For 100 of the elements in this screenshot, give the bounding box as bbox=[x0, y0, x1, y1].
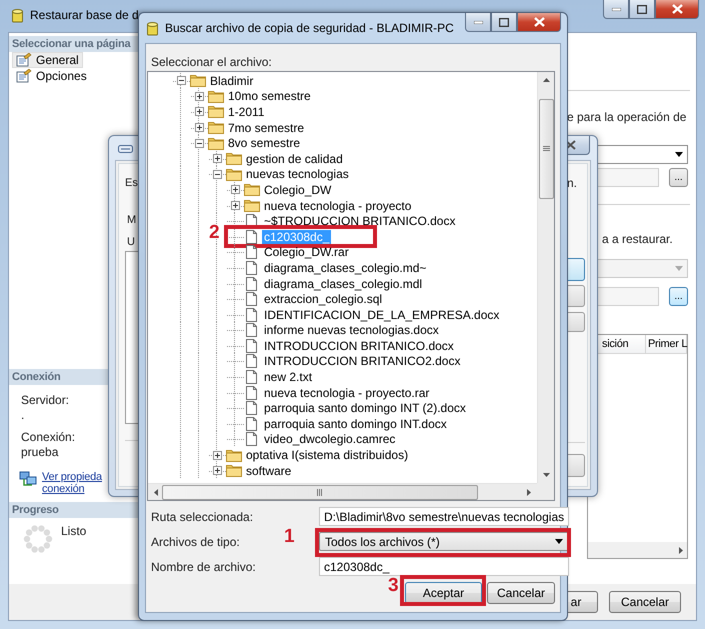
file-icon bbox=[244, 292, 260, 306]
folder-icon bbox=[208, 121, 224, 134]
column-header[interactable]: Primer L bbox=[646, 335, 687, 353]
tree-item[interactable]: INTRODUCCION BRITANICO2.docx bbox=[262, 354, 462, 368]
collapse-icon[interactable] bbox=[176, 76, 186, 86]
tree-item[interactable]: gestion de calidad bbox=[244, 152, 345, 166]
server-label: Servidor: bbox=[21, 393, 70, 407]
tree-item[interactable]: Colegio_DW.rar bbox=[262, 245, 351, 260]
maximize-icon bbox=[499, 18, 509, 26]
file-type-dropdown[interactable]: Todos los archivos (*) bbox=[319, 532, 570, 551]
file-icon bbox=[244, 276, 260, 291]
tree-item[interactable]: diagrama_clases_colegio.mdl bbox=[262, 276, 424, 291]
tree-item[interactable]: INTRODUCCION BRITANICO.docx bbox=[262, 338, 456, 353]
folder-icon bbox=[226, 152, 242, 166]
tree-item[interactable]: informe nuevas tecnologias.docx bbox=[262, 323, 441, 338]
maximize-button[interactable] bbox=[629, 0, 655, 19]
file-icon bbox=[244, 230, 260, 244]
tree-item[interactable]: 8vo semestre bbox=[226, 136, 302, 150]
dropdown-arrow-icon bbox=[675, 266, 683, 271]
section-description: a a restaurar. bbox=[602, 232, 673, 246]
expand-icon[interactable] bbox=[194, 92, 204, 101]
selected-path-field[interactable]: D:\Bladimir\8vo semestre\nuevas tecnologias bbox=[319, 507, 570, 526]
tree-item[interactable]: diagrama_clases_colegio.md~ bbox=[262, 260, 428, 275]
spinner-icon bbox=[23, 524, 53, 554]
tree-item[interactable]: parroquia santo domingo INT (2).docx bbox=[262, 401, 468, 416]
file-icon bbox=[244, 323, 260, 338]
tree-item[interactable]: nueva tecnologia - proyecto bbox=[262, 198, 414, 213]
dialog-text: Es bbox=[125, 177, 138, 189]
tree-item[interactable]: optativa I(sistema distribuidos) bbox=[244, 448, 410, 462]
expand-icon[interactable] bbox=[212, 450, 222, 460]
tree-item[interactable]: extraccion_colegio.sql bbox=[262, 292, 384, 306]
expand-icon[interactable] bbox=[230, 185, 240, 194]
field-label: Nombre de archivo: bbox=[151, 560, 256, 574]
scroll-left-icon[interactable] bbox=[154, 488, 158, 496]
dialog-text: U bbox=[127, 236, 135, 248]
folder-tree[interactable] bbox=[147, 71, 555, 501]
scroll-right-icon[interactable] bbox=[527, 488, 531, 496]
connection-label: Conexión: bbox=[21, 430, 76, 444]
folder-icon bbox=[208, 136, 224, 150]
tree-item[interactable]: ~$TRODUCCION BRITANICO.docx bbox=[262, 214, 458, 228]
folder-icon bbox=[226, 464, 242, 478]
file-icon bbox=[244, 432, 260, 446]
expand-icon[interactable] bbox=[230, 201, 240, 210]
minimize-button[interactable] bbox=[465, 13, 491, 32]
file-icon bbox=[244, 308, 260, 322]
tree-item[interactable]: video_dwcolegio.camrec bbox=[262, 432, 398, 446]
close-icon bbox=[534, 17, 544, 27]
connection-link[interactable]: conexión bbox=[42, 483, 102, 495]
page-item[interactable]: General bbox=[12, 52, 83, 68]
scroll-down-icon[interactable] bbox=[542, 473, 550, 477]
cancel-button[interactable]: Cancelar bbox=[487, 582, 555, 604]
scroll-right-icon[interactable] bbox=[679, 546, 683, 554]
browse-button[interactable]: ... bbox=[669, 168, 688, 187]
tree-item[interactable]: Colegio_DW bbox=[262, 182, 334, 197]
tree-item[interactable]: Bladimir bbox=[208, 74, 256, 88]
scroll-up-icon[interactable] bbox=[542, 78, 550, 82]
tree-item[interactable]: 1-2011 bbox=[226, 104, 266, 119]
folder-icon bbox=[244, 183, 260, 196]
tree-item[interactable]: parroquia santo domingo INT.docx bbox=[262, 416, 449, 431]
maximize-button[interactable] bbox=[491, 13, 517, 32]
scrollbar-thumb[interactable] bbox=[162, 484, 478, 500]
dialog-text: n. bbox=[567, 176, 578, 190]
close-button[interactable] bbox=[517, 13, 561, 32]
connection-link[interactable]: Ver propieda bbox=[42, 471, 102, 483]
scrollbar-thumb[interactable] bbox=[538, 99, 554, 199]
tree-item[interactable]: software bbox=[244, 464, 294, 478]
tree-item[interactable]: IDENTIFICACION_DE_LA_EMPRESA.docx bbox=[262, 308, 502, 322]
minimize-button[interactable] bbox=[603, 0, 629, 19]
maximize-icon bbox=[637, 4, 647, 14]
close-icon bbox=[672, 4, 682, 14]
tree-item[interactable]: nuevas tecnologias bbox=[244, 167, 351, 182]
properties-icon bbox=[16, 69, 32, 83]
accept-button[interactable]: Aceptar bbox=[405, 582, 482, 604]
file-icon bbox=[244, 386, 260, 400]
folder-icon bbox=[244, 199, 260, 212]
expand-icon[interactable] bbox=[212, 154, 222, 164]
window-icon bbox=[118, 145, 133, 153]
browse-button[interactable]: ... bbox=[669, 287, 688, 306]
tree-item[interactable]: nueva tecnologia - proyecto.rar bbox=[262, 386, 432, 400]
expand-icon[interactable] bbox=[212, 466, 222, 476]
expand-icon[interactable] bbox=[194, 107, 204, 116]
grip-icon bbox=[542, 146, 550, 152]
file-icon bbox=[244, 338, 260, 353]
network-icon bbox=[19, 471, 37, 487]
tree-item[interactable]: 7mo semestre bbox=[226, 120, 306, 135]
vertical-scrollbar[interactable] bbox=[537, 72, 554, 483]
tree-item[interactable]: 10mo semestre bbox=[226, 89, 313, 104]
collapse-icon[interactable] bbox=[194, 138, 204, 148]
horizontal-scrollbar[interactable] bbox=[148, 483, 537, 500]
tree-item[interactable]: new 2.txt bbox=[262, 370, 314, 384]
page-item[interactable]: Opciones bbox=[12, 68, 91, 84]
file-name-field[interactable]: c120308dc_ bbox=[319, 557, 570, 576]
cancel-button[interactable]: Cancelar bbox=[609, 591, 681, 613]
expand-icon[interactable] bbox=[194, 123, 204, 132]
dialog-text: M bbox=[127, 214, 136, 226]
close-button[interactable] bbox=[655, 0, 699, 19]
collapse-icon[interactable] bbox=[212, 170, 222, 179]
minimize-icon bbox=[474, 20, 482, 24]
file-icon bbox=[244, 401, 260, 416]
folder-icon bbox=[226, 448, 242, 462]
